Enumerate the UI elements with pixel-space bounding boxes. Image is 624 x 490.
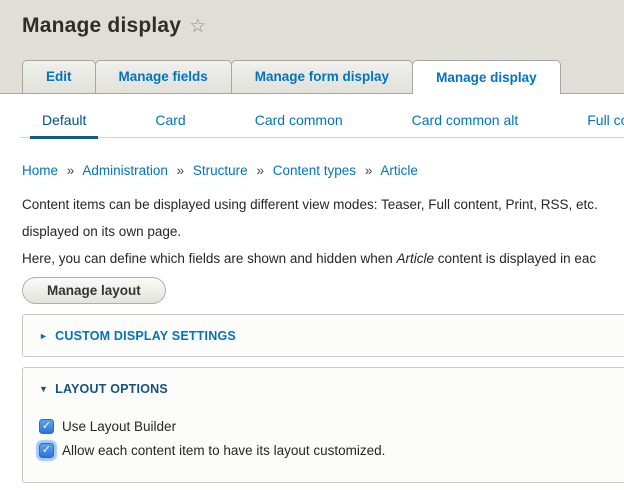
view-mode-tabs: Default Card Card common Card common alt…	[20, 94, 624, 139]
custom-display-settings-toggle[interactable]: ► CUSTOM DISPLAY SETTINGS	[23, 315, 624, 356]
note-text-after: content is displayed in eac	[434, 251, 597, 266]
note-emphasis-article: Article	[396, 251, 435, 266]
primary-tabs: Edit Manage fields Manage form display M…	[22, 59, 561, 94]
view-mode-tab-card-common-alt[interactable]: Card common alt	[400, 112, 531, 137]
breadcrumb-link-content-types[interactable]: Content types	[273, 163, 356, 178]
breadcrumb-separator: »	[66, 163, 75, 178]
breadcrumb-separator: »	[256, 163, 264, 178]
title-row: Manage display ☆	[0, 0, 624, 38]
note-text-before: Here, you can define which fields are sh…	[22, 251, 397, 266]
tab-manage-display[interactable]: Manage display	[412, 60, 561, 94]
view-mode-tab-card[interactable]: Card	[143, 112, 197, 137]
breadcrumb-separator: »	[364, 163, 373, 178]
layout-options-label: LAYOUT OPTIONS	[55, 382, 168, 396]
allow-custom-layout-row[interactable]: ✓ Allow each content item to have its la…	[39, 443, 624, 458]
breadcrumb-separator: »	[176, 163, 185, 178]
breadcrumb-link-structure[interactable]: Structure	[193, 163, 248, 178]
breadcrumb-link-administration[interactable]: Administration	[82, 163, 168, 178]
fields-note: Here, you can define which fields are sh…	[22, 245, 624, 272]
breadcrumb-link-article[interactable]: Article	[380, 163, 418, 178]
checkmark-icon: ✓	[41, 420, 52, 432]
allow-custom-layout-checkbox[interactable]: ✓	[39, 443, 54, 458]
breadcrumb: Home » Administration » Structure » Cont…	[22, 163, 624, 178]
view-mode-tab-card-common[interactable]: Card common	[243, 112, 355, 137]
use-layout-builder-row[interactable]: ✓ Use Layout Builder	[39, 419, 624, 434]
view-mode-tab-default[interactable]: Default	[30, 112, 99, 139]
use-layout-builder-checkbox[interactable]: ✓	[39, 419, 54, 434]
allow-custom-layout-label: Allow each content item to have its layo…	[62, 443, 386, 458]
breadcrumb-link-home[interactable]: Home	[22, 163, 58, 178]
page-title: Manage display	[22, 14, 182, 37]
collapsed-triangle-icon: ►	[39, 331, 49, 341]
layout-options-toggle[interactable]: ▼ LAYOUT OPTIONS	[23, 368, 624, 409]
use-layout-builder-label: Use Layout Builder	[62, 419, 177, 434]
layout-options-fieldset: ▼ LAYOUT OPTIONS ✓ Use Layout Builder ✓ A…	[22, 367, 624, 483]
custom-display-settings-fieldset: ► CUSTOM DISPLAY SETTINGS	[22, 314, 624, 357]
description-line-2: displayed on its own page.	[22, 224, 182, 239]
manage-layout-button[interactable]: Manage layout	[22, 277, 166, 304]
tab-manage-fields[interactable]: Manage fields	[94, 60, 232, 93]
tab-manage-form-display[interactable]: Manage form display	[230, 60, 414, 93]
layout-options-body: ✓ Use Layout Builder ✓ Allow each conten…	[23, 409, 624, 482]
custom-display-settings-label: CUSTOM DISPLAY SETTINGS	[55, 329, 236, 343]
actions-row: Manage layout	[22, 277, 624, 304]
view-modes-description: Content items can be displayed using dif…	[22, 191, 624, 245]
tab-edit[interactable]: Edit	[22, 60, 96, 93]
expanded-triangle-icon: ▼	[39, 384, 49, 394]
description-line-1: Content items can be displayed using dif…	[22, 197, 598, 212]
checkmark-icon: ✓	[41, 444, 52, 456]
view-mode-tab-full-content[interactable]: Full content	[575, 112, 624, 137]
favorite-star-icon[interactable]: ☆	[189, 15, 206, 38]
page-header: Manage display ☆ Edit Manage fields Mana…	[0, 0, 624, 94]
